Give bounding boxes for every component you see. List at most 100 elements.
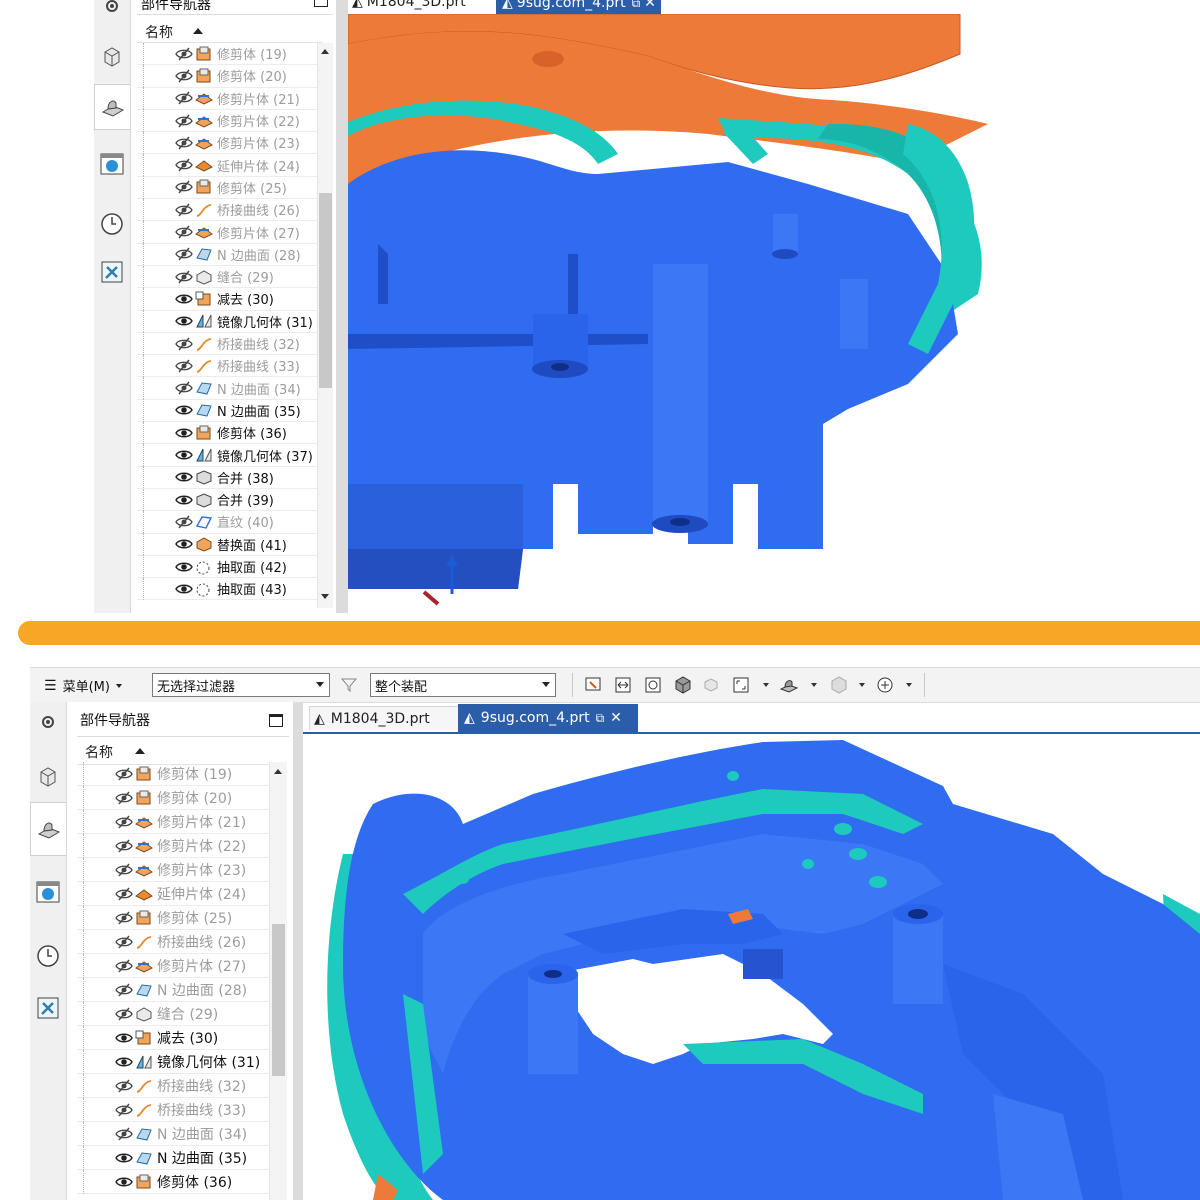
visible-eye-icon[interactable] xyxy=(114,1031,134,1045)
visible-eye-icon[interactable] xyxy=(174,560,194,574)
select-edges-icon[interactable] xyxy=(582,675,604,695)
tree-row[interactable]: 修剪片体 (23) xyxy=(77,857,269,882)
tree-row[interactable]: 修剪片体 (27) xyxy=(77,953,269,978)
tab-m1804[interactable]: ◭ M1804_3D.prt xyxy=(309,706,459,730)
menu-button[interactable]: ☰ 菜单(M) xyxy=(44,676,122,695)
zoom-fit-icon[interactable] xyxy=(730,675,752,695)
tree-row[interactable]: 修剪体 (36) xyxy=(137,421,317,445)
hidden-eye-icon[interactable] xyxy=(174,380,194,396)
filter-reset-icon[interactable] xyxy=(338,675,360,695)
tree-row[interactable]: 合并 (38) xyxy=(137,466,317,489)
tree-row[interactable]: 减去 (30) xyxy=(137,287,317,311)
render-style-icon[interactable] xyxy=(828,675,850,695)
zoom-dropdown-caret-icon[interactable] xyxy=(763,683,769,687)
render-dropdown-caret-icon[interactable] xyxy=(859,683,865,687)
hidden-eye-icon[interactable] xyxy=(114,1006,134,1022)
hidden-eye-icon[interactable] xyxy=(174,224,194,240)
part-navigator-icon[interactable] xyxy=(30,802,66,856)
fit-width-icon[interactable] xyxy=(612,675,634,695)
tree-row[interactable]: 缝合 (29) xyxy=(77,1001,269,1026)
tab-m1804[interactable]: ◭ M1804_3D.prt xyxy=(352,0,466,12)
tree-row[interactable]: N 边曲面 (34) xyxy=(137,377,317,400)
hidden-eye-icon[interactable] xyxy=(114,982,134,998)
maximize-icon[interactable] xyxy=(269,714,283,727)
visible-eye-icon[interactable] xyxy=(174,493,194,507)
settings-icon[interactable] xyxy=(30,702,66,742)
wireframe-parts-icon[interactable] xyxy=(700,675,722,695)
hidden-eye-icon[interactable] xyxy=(174,336,194,352)
hidden-eye-icon[interactable] xyxy=(174,202,194,218)
visible-eye-icon[interactable] xyxy=(174,537,194,551)
panel-splitter[interactable] xyxy=(336,0,348,613)
visible-eye-icon[interactable] xyxy=(174,292,194,306)
column-header-name[interactable]: 名称 xyxy=(137,20,322,43)
history-clock-icon[interactable] xyxy=(30,936,66,976)
settings-icon[interactable] xyxy=(94,0,130,26)
visible-eye-icon[interactable] xyxy=(114,1175,134,1189)
tree-scrollbar[interactable] xyxy=(269,762,287,1200)
hidden-eye-icon[interactable] xyxy=(174,46,194,62)
tree-row[interactable]: 延伸片体 (24) xyxy=(137,154,317,177)
assembly-scope-dropdown[interactable]: 整个装配 xyxy=(370,673,556,697)
tree-row[interactable]: N 边曲面 (35) xyxy=(137,399,317,423)
tree-row[interactable]: 修剪片体 (23) xyxy=(137,131,317,155)
hidden-eye-icon[interactable] xyxy=(174,68,194,84)
sort-ascending-icon[interactable] xyxy=(135,748,145,754)
hidden-eye-icon[interactable] xyxy=(174,269,194,285)
tree-row[interactable]: 修剪片体 (22) xyxy=(77,833,269,858)
hidden-eye-icon[interactable] xyxy=(114,886,134,902)
hidden-eye-icon[interactable] xyxy=(114,934,134,950)
panel-splitter[interactable] xyxy=(293,702,303,1200)
hidden-eye-icon[interactable] xyxy=(114,1102,134,1118)
tree-row[interactable]: N 边曲面 (28) xyxy=(137,243,317,266)
tab-9sug[interactable]: ◭ 9sug.com_4.prt ⧉ ✕ xyxy=(458,704,638,732)
assembly-navigator-icon[interactable] xyxy=(30,756,66,796)
tree-row[interactable]: 修剪体 (19) xyxy=(77,762,269,786)
tree-row[interactable]: 桥接曲线 (33) xyxy=(137,354,317,378)
hidden-eye-icon[interactable] xyxy=(114,1078,134,1094)
hidden-eye-icon[interactable] xyxy=(114,1126,134,1142)
visible-eye-icon[interactable] xyxy=(174,314,194,328)
part-navigator-icon[interactable] xyxy=(94,84,130,130)
tree-row[interactable]: N 边曲面 (34) xyxy=(77,1121,269,1146)
tree-row[interactable]: 修剪片体 (21) xyxy=(137,87,317,110)
tree-row[interactable]: 减去 (30) xyxy=(77,1025,269,1050)
tree-scrollbar[interactable] xyxy=(317,43,333,608)
hidden-eye-icon[interactable] xyxy=(114,766,134,782)
tree-row[interactable]: 桥接曲线 (32) xyxy=(137,332,317,356)
hidden-eye-icon[interactable] xyxy=(174,90,194,106)
graphics-window[interactable] xyxy=(348,14,1200,613)
column-header-name[interactable]: 名称 xyxy=(77,738,279,765)
tree-row[interactable]: 抽取面 (43) xyxy=(137,577,317,601)
scroll-thumb[interactable] xyxy=(272,924,285,1076)
graphics-window[interactable] xyxy=(303,734,1200,1200)
scroll-up-icon[interactable] xyxy=(274,769,282,774)
scroll-thumb[interactable] xyxy=(319,193,332,388)
tree-row[interactable]: 缝合 (29) xyxy=(137,265,317,289)
tree-row[interactable]: 直纹 (40) xyxy=(137,510,317,534)
section-dropdown-caret-icon[interactable] xyxy=(906,683,912,687)
hidden-eye-icon[interactable] xyxy=(114,814,134,830)
assembly-navigator-icon[interactable] xyxy=(94,36,130,76)
tree-row[interactable]: N 边曲面 (28) xyxy=(77,977,269,1002)
visible-eye-icon[interactable] xyxy=(174,470,194,484)
hidden-eye-icon[interactable] xyxy=(174,179,194,195)
visible-eye-icon[interactable] xyxy=(174,448,194,462)
hidden-eye-icon[interactable] xyxy=(114,958,134,974)
scroll-up-icon[interactable] xyxy=(321,49,329,54)
tree-row[interactable]: 修剪片体 (21) xyxy=(77,809,269,834)
tree-row[interactable]: 抽取面 (42) xyxy=(137,555,317,579)
history-clock-icon[interactable] xyxy=(94,204,130,244)
web-browser-icon[interactable] xyxy=(94,144,130,184)
tree-row[interactable]: 桥接曲线 (26) xyxy=(77,929,269,954)
process-studio-icon[interactable] xyxy=(94,252,130,292)
tree-row[interactable]: 桥接曲线 (26) xyxy=(137,198,317,222)
tree-row[interactable]: 合并 (39) xyxy=(137,488,317,512)
tree-row[interactable]: 桥接曲线 (33) xyxy=(77,1097,269,1122)
tree-row[interactable]: 修剪片体 (27) xyxy=(137,220,317,244)
tree-row[interactable]: 修剪体 (19) xyxy=(137,43,317,66)
visible-eye-icon[interactable] xyxy=(174,426,194,440)
visible-eye-icon[interactable] xyxy=(114,1055,134,1069)
visible-eye-icon[interactable] xyxy=(174,582,194,596)
tree-row[interactable]: 延伸片体 (24) xyxy=(77,881,269,906)
